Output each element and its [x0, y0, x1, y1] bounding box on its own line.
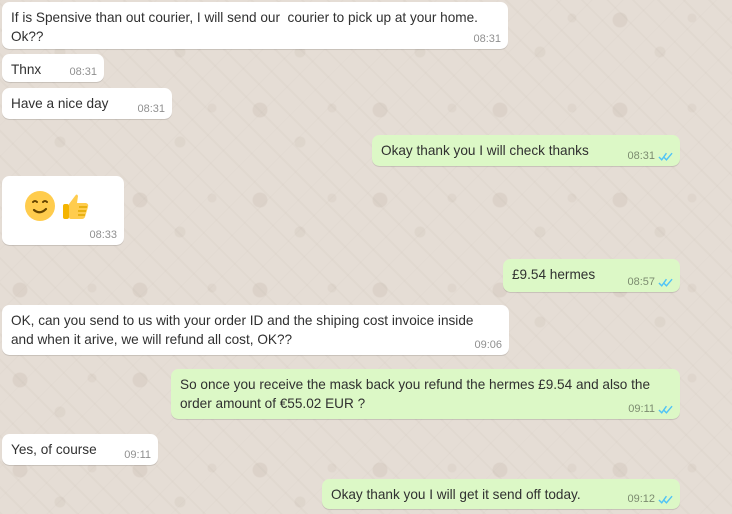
smirking-face-icon: [24, 190, 56, 222]
message-text: Okay thank you I will check thanks: [381, 143, 589, 158]
message-meta: 09:11: [628, 404, 673, 415]
message-time: 08:33: [89, 229, 117, 241]
message-text: £9.54 hermes: [512, 267, 596, 282]
message-meta: 08:31: [473, 34, 501, 45]
message-bubble-m4[interactable]: Okay thank you I will check thanks 08:31: [372, 135, 680, 166]
message-meta: 08:31: [69, 67, 97, 78]
message-meta: 09:06: [474, 340, 502, 351]
message-time: 08:31: [627, 150, 655, 162]
message-bubble-m5[interactable]: 08:33: [2, 176, 124, 245]
message-bubble-m2[interactable]: Thnx 08:31: [2, 54, 104, 82]
message-time: 09:06: [474, 339, 502, 351]
message-time: 09:11: [124, 449, 151, 461]
double-check-icon: [658, 494, 673, 505]
message-bubble-m3[interactable]: Have a nice day 08:31: [2, 88, 172, 119]
message-meta: 08:31: [137, 104, 165, 115]
message-bubble-m1[interactable]: If is Spensive than out courier, I will …: [2, 2, 508, 49]
message-time: 08:31: [473, 33, 501, 45]
message-text: OK, can you send to us with your order I…: [11, 313, 474, 347]
message-time: 08:57: [627, 276, 655, 288]
message-bubble-m10[interactable]: Okay thank you I will get it send off to…: [322, 479, 680, 509]
message-bubble-m7[interactable]: OK, can you send to us with your order I…: [2, 305, 509, 355]
message-meta: 08:57: [627, 277, 673, 288]
emoji-group: [24, 190, 92, 222]
message-time: 08:31: [137, 103, 165, 115]
message-meta: 08:31: [627, 151, 673, 162]
message-bubble-m6[interactable]: £9.54 hermes 08:57: [503, 259, 680, 292]
message-meta: 09:12: [627, 494, 673, 505]
double-check-icon: [658, 151, 673, 162]
message-time: 08:31: [69, 66, 97, 78]
message-time: 09:11: [628, 403, 655, 415]
message-text: Have a nice day: [11, 96, 109, 111]
double-check-icon: [658, 277, 673, 288]
message-text: If is Spensive than out courier, I will …: [11, 10, 478, 44]
message-bubble-m8[interactable]: So once you receive the mask back you re…: [171, 369, 680, 419]
message-meta: 08:33: [89, 230, 117, 241]
message-text: Yes, of course: [11, 442, 97, 457]
message-text: So once you receive the mask back you re…: [180, 377, 651, 411]
message-meta: 09:11: [124, 450, 151, 461]
double-check-icon: [658, 404, 673, 415]
message-text: Thnx: [11, 62, 42, 77]
message-time: 09:12: [627, 493, 655, 505]
message-bubble-m9[interactable]: Yes, of course 09:11: [2, 434, 158, 465]
message-text: Okay thank you I will get it send off to…: [331, 487, 581, 502]
thumbs-up-icon: [60, 190, 92, 222]
